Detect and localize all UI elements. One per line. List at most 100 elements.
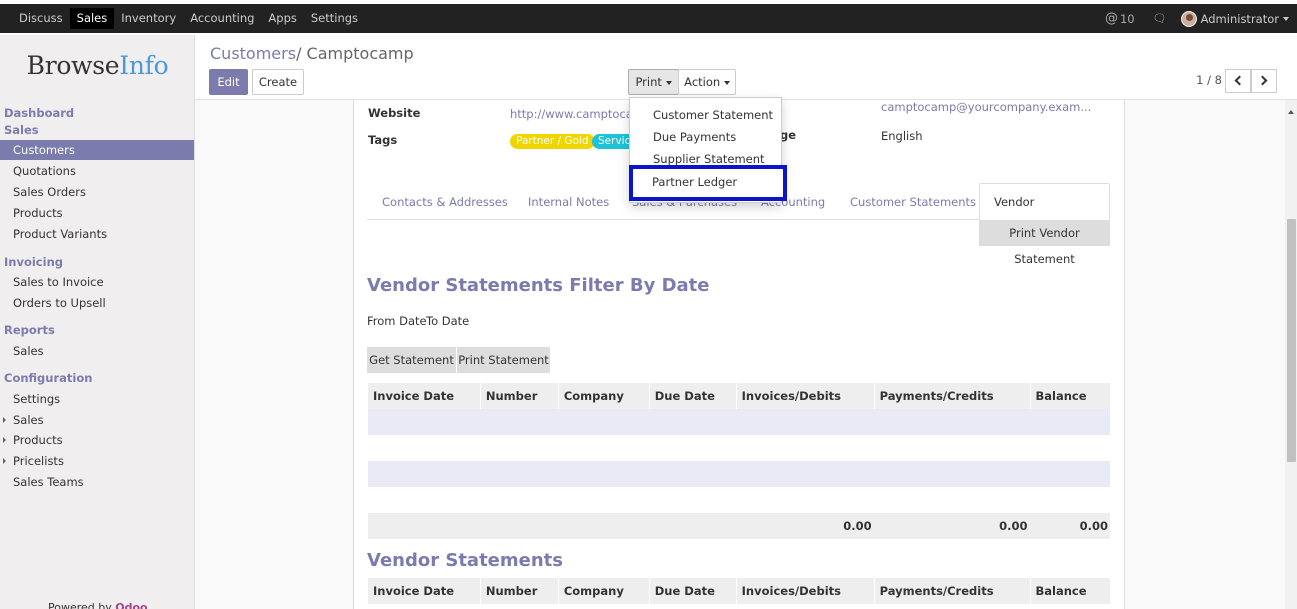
tag-partner-gold[interactable]: Partner / Gold bbox=[510, 134, 595, 149]
col-payments-credits[interactable]: Payments/Credits bbox=[873, 383, 1030, 409]
sidebar-item-reports-sales[interactable]: Sales bbox=[0, 341, 194, 361]
powered-by: Powered by Odoo bbox=[48, 601, 148, 609]
tab-customer-statements[interactable]: Customer Statements bbox=[850, 195, 976, 209]
menu-accounting[interactable]: Accounting bbox=[183, 8, 261, 29]
pager-next-button[interactable] bbox=[1251, 69, 1277, 93]
print-label: Print bbox=[635, 75, 662, 89]
sidebar-item-label: Pricelists bbox=[13, 454, 64, 468]
tab-internal-notes[interactable]: Internal Notes bbox=[528, 195, 609, 209]
col-number[interactable]: Number bbox=[479, 383, 559, 409]
from-date-label: From Date bbox=[367, 314, 427, 328]
get-statement-button[interactable]: Get Statement bbox=[367, 347, 456, 373]
menu-item-due-payments[interactable]: Due Payments bbox=[653, 130, 736, 144]
menu-item-partner-ledger[interactable]: Partner Ledger bbox=[652, 175, 737, 189]
menu-item-customer-statement[interactable]: Customer Statement bbox=[653, 108, 773, 122]
col-due-date[interactable]: Due Date bbox=[648, 383, 737, 409]
col-company[interactable]: Company bbox=[557, 578, 650, 604]
col-invoice-date[interactable]: Invoice Date bbox=[367, 383, 481, 409]
sidebar-item-product-variants[interactable]: Product Variants bbox=[0, 224, 194, 244]
partner-ledger-highlight[interactable]: Partner Ledger bbox=[629, 165, 787, 201]
chevron-left-icon bbox=[1234, 75, 1245, 86]
sidebar-item-settings[interactable]: Settings bbox=[0, 389, 194, 409]
tab-vendor-statements[interactable]: Vendor Statements bbox=[979, 183, 1110, 245]
sidebar: BrowseInfo Dashboard Sales Customers Quo… bbox=[0, 35, 195, 609]
sidebar-item-pricelists[interactable]: Pricelists bbox=[0, 451, 194, 471]
col-due-date[interactable]: Due Date bbox=[648, 578, 737, 604]
tab-contacts-addresses[interactable]: Contacts & Addresses bbox=[382, 195, 508, 209]
table-header: Invoice Date Number Company Due Date Inv… bbox=[367, 383, 1110, 409]
sidebar-dashboard[interactable]: Dashboard bbox=[4, 106, 74, 120]
action-dropdown-button[interactable]: Action bbox=[678, 69, 736, 95]
breadcrumb: Customers/ Camptocamp bbox=[210, 44, 414, 63]
odoo-link[interactable]: Odoo bbox=[115, 601, 147, 609]
email-value[interactable]: camptocamp@yourcompany.exam... bbox=[881, 100, 1091, 114]
powered-by-text: Powered by bbox=[48, 601, 112, 609]
sidebar-item-orders-to-upsell[interactable]: Orders to Upsell bbox=[0, 293, 194, 313]
sidebar-item-quotations[interactable]: Quotations bbox=[0, 161, 194, 181]
to-date-label: To Date bbox=[426, 314, 470, 328]
col-invoices-debits[interactable]: Invoices/Debits bbox=[735, 383, 875, 409]
print-dropdown-button[interactable]: Print bbox=[628, 69, 679, 95]
table-footer: 0.00 0.00 0.00 bbox=[367, 513, 1110, 539]
col-invoice-date[interactable]: Invoice Date bbox=[367, 578, 481, 604]
create-button[interactable]: Create bbox=[252, 69, 304, 95]
table-header: Invoice Date Number Company Due Date Inv… bbox=[367, 578, 1110, 604]
col-company[interactable]: Company bbox=[557, 383, 650, 409]
scroll-up-icon[interactable] bbox=[1288, 110, 1294, 114]
breadcrumb-customers[interactable]: Customers bbox=[210, 44, 296, 63]
menu-sales[interactable]: Sales bbox=[69, 8, 115, 29]
filter-title: Vendor Statements Filter By Date bbox=[367, 275, 710, 296]
col-balance[interactable]: Balance bbox=[1029, 383, 1110, 409]
pager-previous-button[interactable] bbox=[1225, 69, 1251, 93]
breadcrumb-current: Camptocamp bbox=[306, 44, 414, 63]
col-invoices-debits[interactable]: Invoices/Debits bbox=[735, 578, 875, 604]
expand-arrow-icon bbox=[3, 458, 6, 464]
menu-apps[interactable]: Apps bbox=[261, 8, 303, 29]
sidebar-section-configuration[interactable]: Configuration bbox=[4, 371, 92, 385]
vendor-filter-table: Invoice Date Number Company Due Date Inv… bbox=[367, 383, 1110, 539]
sidebar-item-sales-teams[interactable]: Sales Teams bbox=[0, 472, 194, 492]
menu-settings[interactable]: Settings bbox=[304, 8, 365, 29]
tags-label: Tags bbox=[368, 133, 398, 147]
edit-button[interactable]: Edit bbox=[209, 69, 248, 95]
control-panel: Customers/ Camptocamp Edit Create Print … bbox=[195, 35, 1297, 100]
sidebar-section-sales[interactable]: Sales bbox=[4, 123, 39, 137]
print-statement-button[interactable]: Print Statement bbox=[457, 347, 550, 373]
company-logo: BrowseInfo bbox=[0, 51, 195, 80]
sidebar-item-config-products[interactable]: Products bbox=[0, 430, 194, 450]
sidebar-item-label: Products bbox=[13, 433, 63, 447]
chevron-down-icon bbox=[665, 80, 672, 85]
vendor-statements-table: Invoice Date Number Company Due Date Inv… bbox=[367, 578, 1110, 604]
menu-inventory[interactable]: Inventory bbox=[114, 8, 183, 29]
sidebar-section-reports[interactable]: Reports bbox=[4, 323, 55, 337]
col-balance[interactable]: Balance bbox=[1029, 578, 1110, 604]
language-label: ge bbox=[780, 128, 797, 142]
total-invoices-debits: 0.00 bbox=[736, 513, 875, 539]
scrollbar[interactable] bbox=[1285, 100, 1297, 609]
sidebar-item-customers[interactable]: Customers bbox=[0, 140, 194, 160]
website-value[interactable]: http://www.camptocam bbox=[510, 107, 644, 121]
chat-icon[interactable]: 🗨 bbox=[1153, 12, 1167, 25]
sidebar-item-sales-to-invoice[interactable]: Sales to Invoice bbox=[0, 272, 194, 292]
sidebar-item-sales-orders[interactable]: Sales Orders bbox=[0, 182, 194, 202]
sidebar-section-invoicing[interactable]: Invoicing bbox=[4, 255, 63, 269]
user-menu-label[interactable]: Administrator bbox=[1201, 12, 1279, 26]
user-avatar[interactable] bbox=[1180, 10, 1197, 27]
menu-discuss[interactable]: Discuss bbox=[12, 8, 70, 29]
chevron-right-icon bbox=[1257, 75, 1268, 86]
col-number[interactable]: Number bbox=[479, 578, 559, 604]
sidebar-item-label: Sales bbox=[13, 413, 44, 427]
table-row bbox=[368, 435, 1111, 461]
table-row bbox=[368, 487, 1111, 513]
chevron-down-icon bbox=[1283, 16, 1289, 21]
col-payments-credits[interactable]: Payments/Credits bbox=[873, 578, 1030, 604]
activity-icon[interactable]: @ bbox=[1105, 11, 1118, 26]
systray: @ 10 🗨 Administrator bbox=[1105, 4, 1289, 33]
menu-item-supplier-statement[interactable]: Supplier Statement bbox=[653, 152, 765, 166]
top-navbar: Discuss Sales Inventory Accounting Apps … bbox=[0, 0, 1297, 35]
print-vendor-statement-button[interactable]: Print Vendor Statement bbox=[979, 220, 1110, 266]
vendor-statements-title: Vendor Statements bbox=[367, 550, 563, 571]
sidebar-item-products[interactable]: Products bbox=[0, 203, 194, 223]
sidebar-item-config-sales[interactable]: Sales bbox=[0, 410, 194, 430]
scrollbar-thumb[interactable] bbox=[1287, 219, 1296, 462]
